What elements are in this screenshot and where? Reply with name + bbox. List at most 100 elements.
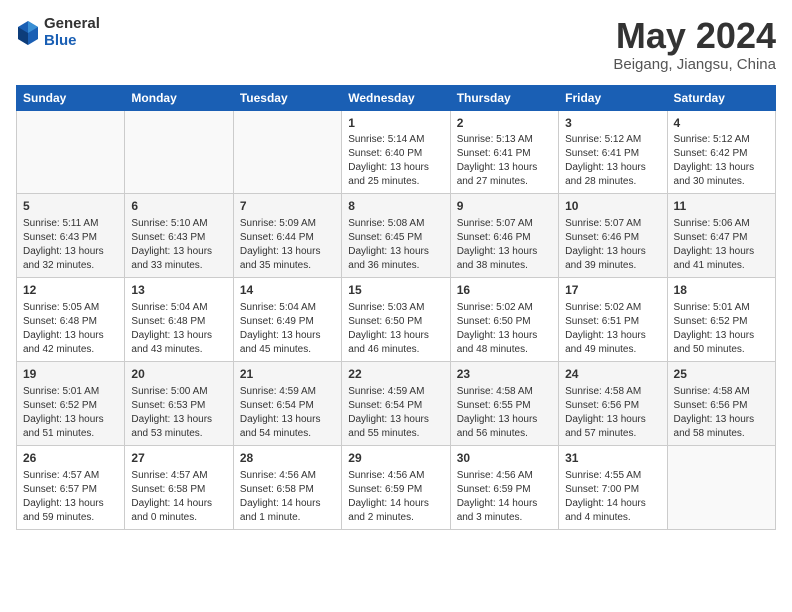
table-row: 8Sunrise: 5:08 AM Sunset: 6:45 PM Daylig…	[342, 194, 450, 278]
day-number: 13	[131, 282, 226, 299]
header-monday: Monday	[125, 85, 233, 110]
day-number: 4	[674, 115, 769, 132]
day-number: 17	[565, 282, 660, 299]
table-row: 16Sunrise: 5:02 AM Sunset: 6:50 PM Dayli…	[450, 278, 558, 362]
day-info: Sunrise: 4:56 AM Sunset: 6:59 PM Dayligh…	[457, 469, 552, 525]
day-info: Sunrise: 4:56 AM Sunset: 6:58 PM Dayligh…	[240, 469, 335, 525]
table-row: 28 Sunrise: 4:56 AM Sunset: 6:58 PM Dayli…	[233, 445, 341, 529]
day-info: Sunrise: 5:09 AM Sunset: 6:44 PM Dayligh…	[240, 217, 335, 273]
day-info: Sunrise: 4:59 AM Sunset: 6:54 PM Dayligh…	[240, 385, 335, 441]
table-row: 26Sunrise: 4:57 AM Sunset: 6:57 PM Dayli…	[17, 445, 125, 529]
day-number: 18	[674, 282, 769, 299]
table-row: 25 Sunrise: 4:58 AM Sunset: 6:56 PM Dayli…	[667, 361, 775, 445]
day-number: 12	[23, 282, 118, 299]
day-number: 27	[131, 450, 226, 467]
day-info: Sunrise: 5:01 AM Sunset: 6:52 PM Dayligh…	[23, 385, 118, 441]
day-info: Sunrise: 5:11 AM Sunset: 6:43 PM Dayligh…	[23, 217, 118, 273]
calendar-header-row: Sunday Monday Tuesday Wednesday Thursday…	[17, 85, 776, 110]
table-row	[233, 110, 341, 194]
day-number: 5	[23, 198, 118, 215]
day-number: 24	[565, 366, 660, 383]
table-row: 1Sunrise: 5:14 AM Sunset: 6:40 PM Daylig…	[342, 110, 450, 194]
table-row: 17 Sunrise: 5:02 AM Sunset: 6:51 PM Dayli…	[559, 278, 667, 362]
table-row: 12Sunrise: 5:05 AM Sunset: 6:48 PM Dayli…	[17, 278, 125, 362]
day-number: 26	[23, 450, 118, 467]
table-row: 5 Sunrise: 5:11 AM Sunset: 6:43 PM Daylig…	[17, 194, 125, 278]
page-header: General Blue May 2024 Beigang, Jiangsu, …	[16, 16, 776, 73]
day-info: Sunrise: 5:07 AM Sunset: 6:46 PM Dayligh…	[457, 217, 552, 273]
logo-general-text: General	[44, 16, 100, 33]
day-info: Sunrise: 5:12 AM Sunset: 6:41 PM Dayligh…	[565, 133, 660, 189]
table-row: 19 Sunrise: 5:01 AM Sunset: 6:52 PM Dayli…	[17, 361, 125, 445]
header-friday: Friday	[559, 85, 667, 110]
logo: General Blue	[16, 16, 100, 49]
table-row: 22Sunrise: 4:59 AM Sunset: 6:54 PM Dayli…	[342, 361, 450, 445]
calendar-title: May 2024	[613, 16, 776, 56]
day-number: 25	[674, 366, 769, 383]
day-info: Sunrise: 5:13 AM Sunset: 6:41 PM Dayligh…	[457, 133, 552, 189]
day-number: 19	[23, 366, 118, 383]
table-row: 30 Sunrise: 4:56 AM Sunset: 6:59 PM Dayli…	[450, 445, 558, 529]
table-row: 13 Sunrise: 5:04 AM Sunset: 6:48 PM Dayli…	[125, 278, 233, 362]
day-number: 6	[131, 198, 226, 215]
day-number: 3	[565, 115, 660, 132]
day-number: 15	[348, 282, 443, 299]
header-sunday: Sunday	[17, 85, 125, 110]
calendar-week-row: 19 Sunrise: 5:01 AM Sunset: 6:52 PM Dayli…	[17, 361, 776, 445]
header-tuesday: Tuesday	[233, 85, 341, 110]
table-row	[17, 110, 125, 194]
logo-text: General Blue	[44, 16, 100, 49]
day-info: Sunrise: 4:57 AM Sunset: 6:58 PM Dayligh…	[131, 469, 226, 525]
day-number: 30	[457, 450, 552, 467]
table-row: 21Sunrise: 4:59 AM Sunset: 6:54 PM Dayli…	[233, 361, 341, 445]
title-block: May 2024 Beigang, Jiangsu, China	[613, 16, 776, 73]
table-row	[125, 110, 233, 194]
day-info: Sunrise: 4:59 AM Sunset: 6:54 PM Dayligh…	[348, 385, 443, 441]
table-row: 23 Sunrise: 4:58 AM Sunset: 6:55 PM Dayli…	[450, 361, 558, 445]
day-info: Sunrise: 5:10 AM Sunset: 6:43 PM Dayligh…	[131, 217, 226, 273]
table-row	[667, 445, 775, 529]
table-row: 4Sunrise: 5:12 AM Sunset: 6:42 PM Daylig…	[667, 110, 775, 194]
day-number: 9	[457, 198, 552, 215]
calendar-location: Beigang, Jiangsu, China	[613, 56, 776, 73]
table-row: 2Sunrise: 5:13 AM Sunset: 6:41 PM Daylig…	[450, 110, 558, 194]
day-info: Sunrise: 4:58 AM Sunset: 6:56 PM Dayligh…	[674, 385, 769, 441]
day-info: Sunrise: 5:03 AM Sunset: 6:50 PM Dayligh…	[348, 301, 443, 357]
table-row: 15 Sunrise: 5:03 AM Sunset: 6:50 PM Dayli…	[342, 278, 450, 362]
table-row: 24 Sunrise: 4:58 AM Sunset: 6:56 PM Dayli…	[559, 361, 667, 445]
day-info: Sunrise: 4:55 AM Sunset: 7:00 PM Dayligh…	[565, 469, 660, 525]
calendar-week-row: 1Sunrise: 5:14 AM Sunset: 6:40 PM Daylig…	[17, 110, 776, 194]
calendar-week-row: 5 Sunrise: 5:11 AM Sunset: 6:43 PM Daylig…	[17, 194, 776, 278]
table-row: 29 Sunrise: 4:56 AM Sunset: 6:59 PM Dayli…	[342, 445, 450, 529]
calendar-table: Sunday Monday Tuesday Wednesday Thursday…	[16, 85, 776, 530]
day-info: Sunrise: 4:58 AM Sunset: 6:55 PM Dayligh…	[457, 385, 552, 441]
table-row: 14Sunrise: 5:04 AM Sunset: 6:49 PM Dayli…	[233, 278, 341, 362]
table-row: 11Sunrise: 5:06 AM Sunset: 6:47 PM Dayli…	[667, 194, 775, 278]
table-row: 20 Sunrise: 5:00 AM Sunset: 6:53 PM Dayli…	[125, 361, 233, 445]
day-info: Sunrise: 4:58 AM Sunset: 6:56 PM Dayligh…	[565, 385, 660, 441]
table-row: 9 Sunrise: 5:07 AM Sunset: 6:46 PM Daylig…	[450, 194, 558, 278]
day-number: 14	[240, 282, 335, 299]
day-info: Sunrise: 5:00 AM Sunset: 6:53 PM Dayligh…	[131, 385, 226, 441]
table-row: 31 Sunrise: 4:55 AM Sunset: 7:00 PM Dayli…	[559, 445, 667, 529]
day-number: 20	[131, 366, 226, 383]
day-number: 29	[348, 450, 443, 467]
table-row: 18 Sunrise: 5:01 AM Sunset: 6:52 PM Dayli…	[667, 278, 775, 362]
day-number: 7	[240, 198, 335, 215]
table-row: 6 Sunrise: 5:10 AM Sunset: 6:43 PM Daylig…	[125, 194, 233, 278]
header-saturday: Saturday	[667, 85, 775, 110]
day-number: 28	[240, 450, 335, 467]
day-info: Sunrise: 5:04 AM Sunset: 6:48 PM Dayligh…	[131, 301, 226, 357]
day-info: Sunrise: 5:02 AM Sunset: 6:51 PM Dayligh…	[565, 301, 660, 357]
header-wednesday: Wednesday	[342, 85, 450, 110]
day-number: 31	[565, 450, 660, 467]
day-number: 23	[457, 366, 552, 383]
calendar-week-row: 26Sunrise: 4:57 AM Sunset: 6:57 PM Dayli…	[17, 445, 776, 529]
day-info: Sunrise: 5:06 AM Sunset: 6:47 PM Dayligh…	[674, 217, 769, 273]
table-row: 7 Sunrise: 5:09 AM Sunset: 6:44 PM Daylig…	[233, 194, 341, 278]
day-info: Sunrise: 5:14 AM Sunset: 6:40 PM Dayligh…	[348, 133, 443, 189]
day-info: Sunrise: 4:56 AM Sunset: 6:59 PM Dayligh…	[348, 469, 443, 525]
day-number: 8	[348, 198, 443, 215]
day-number: 1	[348, 115, 443, 132]
day-info: Sunrise: 5:01 AM Sunset: 6:52 PM Dayligh…	[674, 301, 769, 357]
